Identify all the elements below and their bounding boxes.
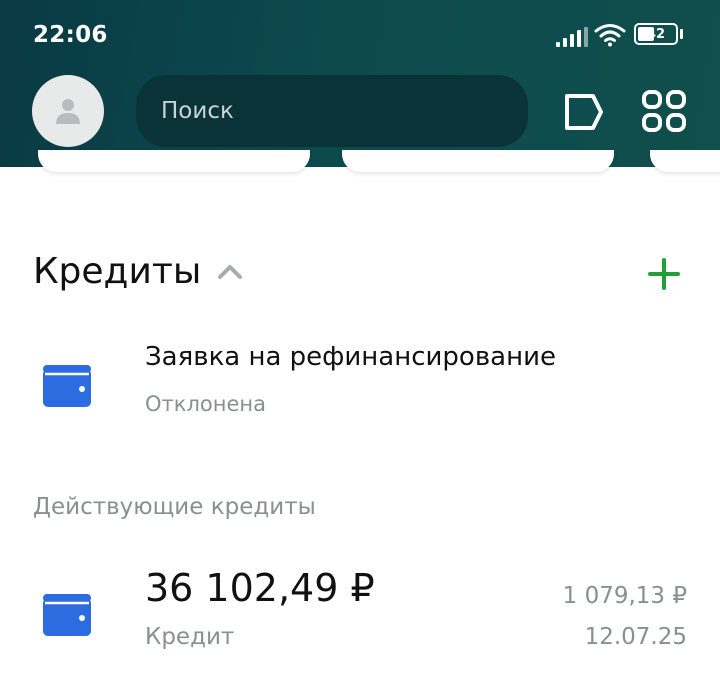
card-stub[interactable] [342,150,614,172]
chevron-up-icon[interactable] [217,262,243,280]
battery-level: 42 [646,26,666,42]
app-header: 22:06 42 Поиск [0,0,720,167]
user-icon [56,99,80,124]
loan-label: Кредит [145,624,235,650]
wallet-icon [43,365,91,407]
avatar[interactable] [32,75,104,147]
application-status: Отклонена [145,392,266,416]
grid-icon[interactable] [642,90,686,132]
card-stub[interactable] [38,150,310,172]
application-title: Заявка на рефинансирование [145,342,556,372]
search-input[interactable]: Поиск [136,75,528,147]
card-stub[interactable] [650,150,720,172]
loan-amount: 36 102,49 ₽ [145,566,375,610]
group-label-active-credits: Действующие кредиты [33,494,316,520]
wallet-icon [43,594,91,636]
section-title-credits[interactable]: Кредиты [33,251,201,292]
loan-payment-date: 12.07.25 [584,624,687,650]
signal-icon [556,27,588,47]
status-time: 22:06 [33,22,108,48]
status-bar: 22:06 42 [0,0,720,70]
battery-indicator: 42 [634,23,684,45]
search-placeholder: Поиск [161,98,234,124]
loan-payment: 1 079,13 ₽ [562,583,687,609]
wifi-icon [594,24,626,47]
flag-icon[interactable] [563,92,605,132]
plus-icon[interactable] [648,258,680,290]
